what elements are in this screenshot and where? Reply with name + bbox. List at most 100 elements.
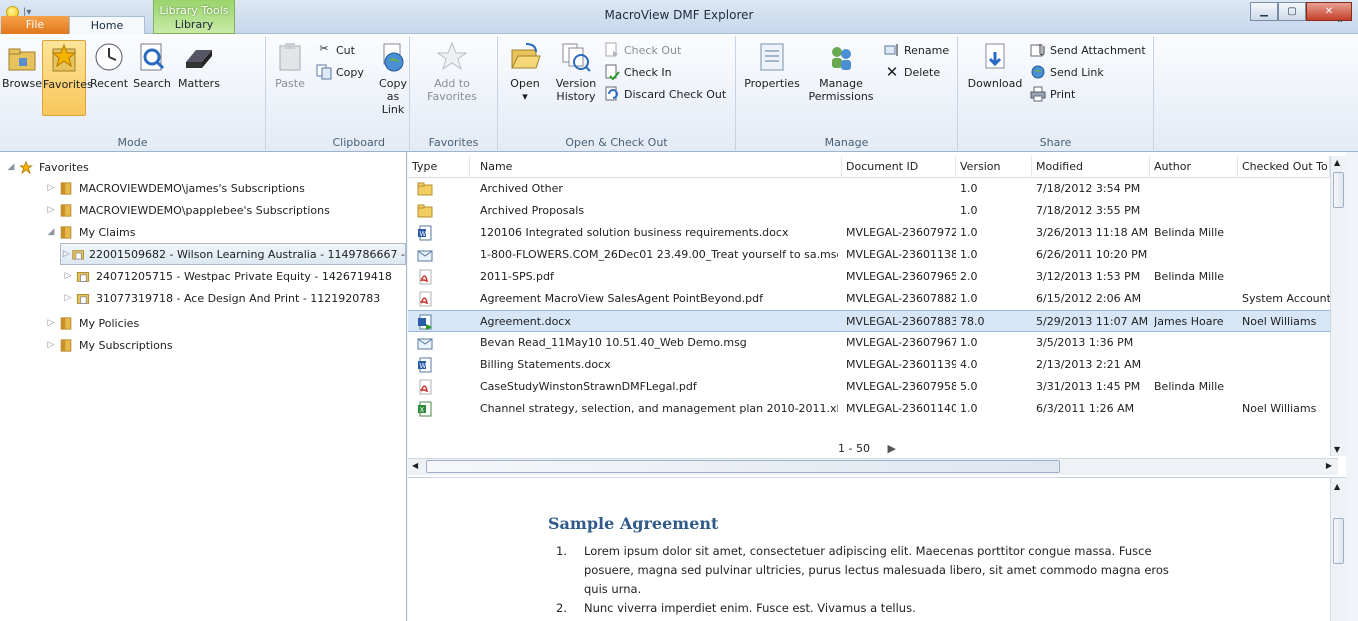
collapse-ribbon-icon[interactable]: ⌃ xyxy=(1336,19,1344,30)
check-in-button[interactable]: Check In xyxy=(604,62,672,82)
add-to-favorites-button[interactable]: Add to Favorites xyxy=(424,40,480,103)
discard-check-out-button[interactable]: Discard Check Out xyxy=(604,84,726,104)
collapsed-arrow-icon[interactable]: ▷ xyxy=(44,318,58,328)
preview-vertical-scrollbar[interactable]: ▲ xyxy=(1330,478,1346,621)
scroll-down-icon[interactable]: ▼ xyxy=(1334,445,1340,454)
scroll-up-icon[interactable]: ▲ xyxy=(1334,158,1340,167)
manage-permissions-button[interactable]: Manage Permissions xyxy=(806,40,876,103)
cell-modified: 6/3/2011 1:26 AM xyxy=(1036,402,1135,415)
tree-item-claim-22001509682[interactable]: ▷ 22001509682 - Wilson Learning Australi… xyxy=(60,243,406,265)
browse-label: Browse xyxy=(2,77,43,90)
tab-home[interactable]: Home xyxy=(69,16,145,34)
paste-label: Paste xyxy=(275,77,305,90)
properties-button[interactable]: Properties xyxy=(742,40,802,90)
expanded-arrow-icon[interactable]: ◢ xyxy=(44,227,58,237)
version-history-button[interactable]: Version History xyxy=(552,40,600,103)
scroll-thumb[interactable] xyxy=(1333,172,1344,208)
collapsed-arrow-icon[interactable]: ▷ xyxy=(61,271,75,281)
check-in-icon xyxy=(605,64,620,80)
column-header-checked-out-to[interactable]: Checked Out To xyxy=(1238,156,1330,178)
group-label-clipboard: Clipboard xyxy=(332,136,385,149)
column-header-type[interactable]: Type xyxy=(408,156,470,178)
table-row[interactable]: Bevan Read_11May10 10.51.40_Web Demo.msg… xyxy=(408,332,1346,354)
cell-name: Archived Other xyxy=(480,182,563,195)
collapsed-arrow-icon[interactable]: ▷ xyxy=(44,183,58,193)
tree-label: MACROVIEWDEMO\james's Subscriptions xyxy=(79,181,305,195)
send-attachment-button[interactable]: Send Attachment xyxy=(1030,40,1146,60)
send-attachment-label: Send Attachment xyxy=(1050,43,1146,57)
check-out-label: Check Out xyxy=(624,43,682,57)
tree-item-claim-31077319718[interactable]: ▷ 31077319718 - Ace Design And Print - 1… xyxy=(61,287,381,309)
cell-version: 1.0 xyxy=(960,248,978,261)
scroll-right-icon[interactable]: ▶ xyxy=(1326,461,1332,470)
copy-as-link-label-1: Copy as xyxy=(379,77,407,103)
delete-button[interactable]: ✕ Delete xyxy=(884,62,940,82)
ribbon: Browse Favorites Recent Search Matters M… xyxy=(0,34,1358,152)
tree-item-james-subscriptions[interactable]: ▷ MACROVIEWDEMO\james's Subscriptions xyxy=(44,177,305,199)
tree-item-claim-24071205715[interactable]: ▷ 24071205715 - Westpac Private Equity -… xyxy=(61,265,392,287)
tree-item-papplebee-subscriptions[interactable]: ▷ MACROVIEWDEMO\papplebee's Subscription… xyxy=(44,199,330,221)
scroll-thumb[interactable] xyxy=(1333,518,1344,564)
manage-permissions-label-1: Manage xyxy=(819,77,863,90)
delete-label: Delete xyxy=(904,65,941,79)
table-row[interactable]: Agreement MacroView SalesAgent PointBeyo… xyxy=(408,288,1346,310)
column-header-author[interactable]: Author xyxy=(1150,156,1238,178)
matters-button[interactable]: Matters xyxy=(174,40,224,90)
scroll-left-icon[interactable]: ◀ xyxy=(412,461,418,470)
preview-list: 1. Lorem ipsum dolor sit amet, consectet… xyxy=(556,542,1176,618)
attachment-icon xyxy=(1030,44,1045,57)
browse-button[interactable]: Browse xyxy=(2,40,42,90)
cell-docid: MVLEGAL-236079727 xyxy=(846,226,956,239)
tree-item-favorites[interactable]: ◢ Favorites xyxy=(4,156,89,178)
copy-button[interactable]: Copy xyxy=(316,62,364,82)
favorites-button[interactable]: Favorites xyxy=(42,40,93,116)
column-header-modified[interactable]: Modified xyxy=(1032,156,1150,178)
scroll-up-icon[interactable]: ▲ xyxy=(1334,482,1340,491)
table-row[interactable]: Archived Other 1.0 7/18/2012 3:54 PM xyxy=(408,178,1346,200)
tree-item-my-claims[interactable]: ◢ My Claims xyxy=(44,221,136,243)
expanded-arrow-icon[interactable]: ◢ xyxy=(4,162,18,172)
tree-item-my-policies[interactable]: ▷ My Policies xyxy=(44,312,140,334)
table-row[interactable]: CaseStudyWinstonStrawnDMFLegal.pdf MVLEGA… xyxy=(408,376,1346,398)
table-row[interactable]: Archived Proposals 1.0 7/18/2012 3:55 PM xyxy=(408,200,1346,222)
tree-item-my-subscriptions[interactable]: ▷ My Subscriptions xyxy=(44,334,173,356)
open-folder-icon xyxy=(511,43,541,69)
cell-version: 1.0 xyxy=(960,336,978,349)
star-icon xyxy=(19,160,33,174)
cut-button[interactable]: ✂ Cut xyxy=(316,40,355,60)
recent-button[interactable]: Recent xyxy=(88,40,130,90)
table-row[interactable]: Agreement.docx MVLEGAL-236078835 78.0 5/29/… xyxy=(408,310,1346,332)
paste-button[interactable]: Paste xyxy=(270,40,310,90)
rename-button[interactable]: Rename xyxy=(884,40,949,60)
tab-library[interactable]: Library xyxy=(153,16,235,34)
folder-file-icon xyxy=(417,204,433,218)
table-row[interactable]: 2011-SPS.pdf MVLEGAL-236079656 2.0 3/12/201… xyxy=(408,266,1346,288)
copy-as-link-button[interactable]: Copy as Link xyxy=(376,40,410,116)
next-page-icon[interactable]: ▶ xyxy=(887,442,895,455)
h-scroll-thumb[interactable] xyxy=(426,460,1060,473)
column-header-name[interactable]: Name xyxy=(470,156,842,178)
check-out-button[interactable]: Check Out xyxy=(604,40,681,60)
collapsed-arrow-icon[interactable]: ▷ xyxy=(61,293,75,303)
claim-folder-icon xyxy=(76,293,90,304)
cell-author: Belinda Mille xyxy=(1154,226,1225,239)
search-button[interactable]: Search xyxy=(130,40,174,90)
print-button[interactable]: Print xyxy=(1030,84,1075,104)
download-button[interactable]: Download xyxy=(964,40,1026,90)
column-header-document-id[interactable]: Document ID xyxy=(842,156,956,178)
collapsed-arrow-icon[interactable]: ▷ xyxy=(44,340,58,350)
collapsed-arrow-icon[interactable]: ▷ xyxy=(61,249,72,259)
table-row[interactable]: W Billing Statements.docx MVLEGAL-23601139… xyxy=(408,354,1346,376)
list-horizontal-scrollbar[interactable]: ◀ ▶ xyxy=(408,458,1338,475)
collapsed-arrow-icon[interactable]: ▷ xyxy=(44,205,58,215)
list-vertical-scrollbar[interactable]: ▲ ▼ xyxy=(1330,156,1346,456)
tree-label: 22001509682 - Wilson Learning Australia … xyxy=(89,247,405,261)
tab-file[interactable]: File xyxy=(1,16,69,34)
table-row[interactable]: 1-800-FLOWERS.COM_26Dec01 23.49.00_Treat… xyxy=(408,244,1346,266)
send-link-button[interactable]: Send Link xyxy=(1030,62,1104,82)
open-button[interactable]: Open ▾ xyxy=(506,40,544,103)
cell-checked-out: System Account xyxy=(1242,292,1330,305)
table-row[interactable]: W 120106 Integrated solution business req… xyxy=(408,222,1346,244)
column-header-version[interactable]: Version xyxy=(956,156,1032,178)
table-row[interactable]: X Channel strategy, selection, and manage… xyxy=(408,398,1346,420)
